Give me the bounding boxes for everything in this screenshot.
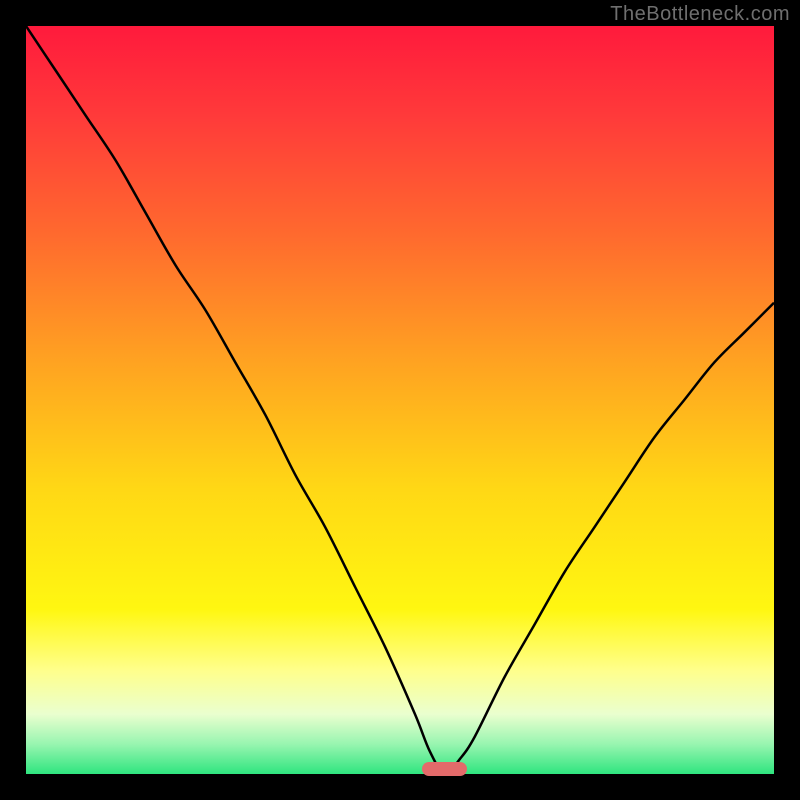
optimal-marker [422,762,467,776]
bottleneck-curve [26,26,774,774]
plot-area [26,26,774,774]
watermark-text: TheBottleneck.com [610,3,790,26]
chart-frame: TheBottleneck.com [0,0,800,800]
